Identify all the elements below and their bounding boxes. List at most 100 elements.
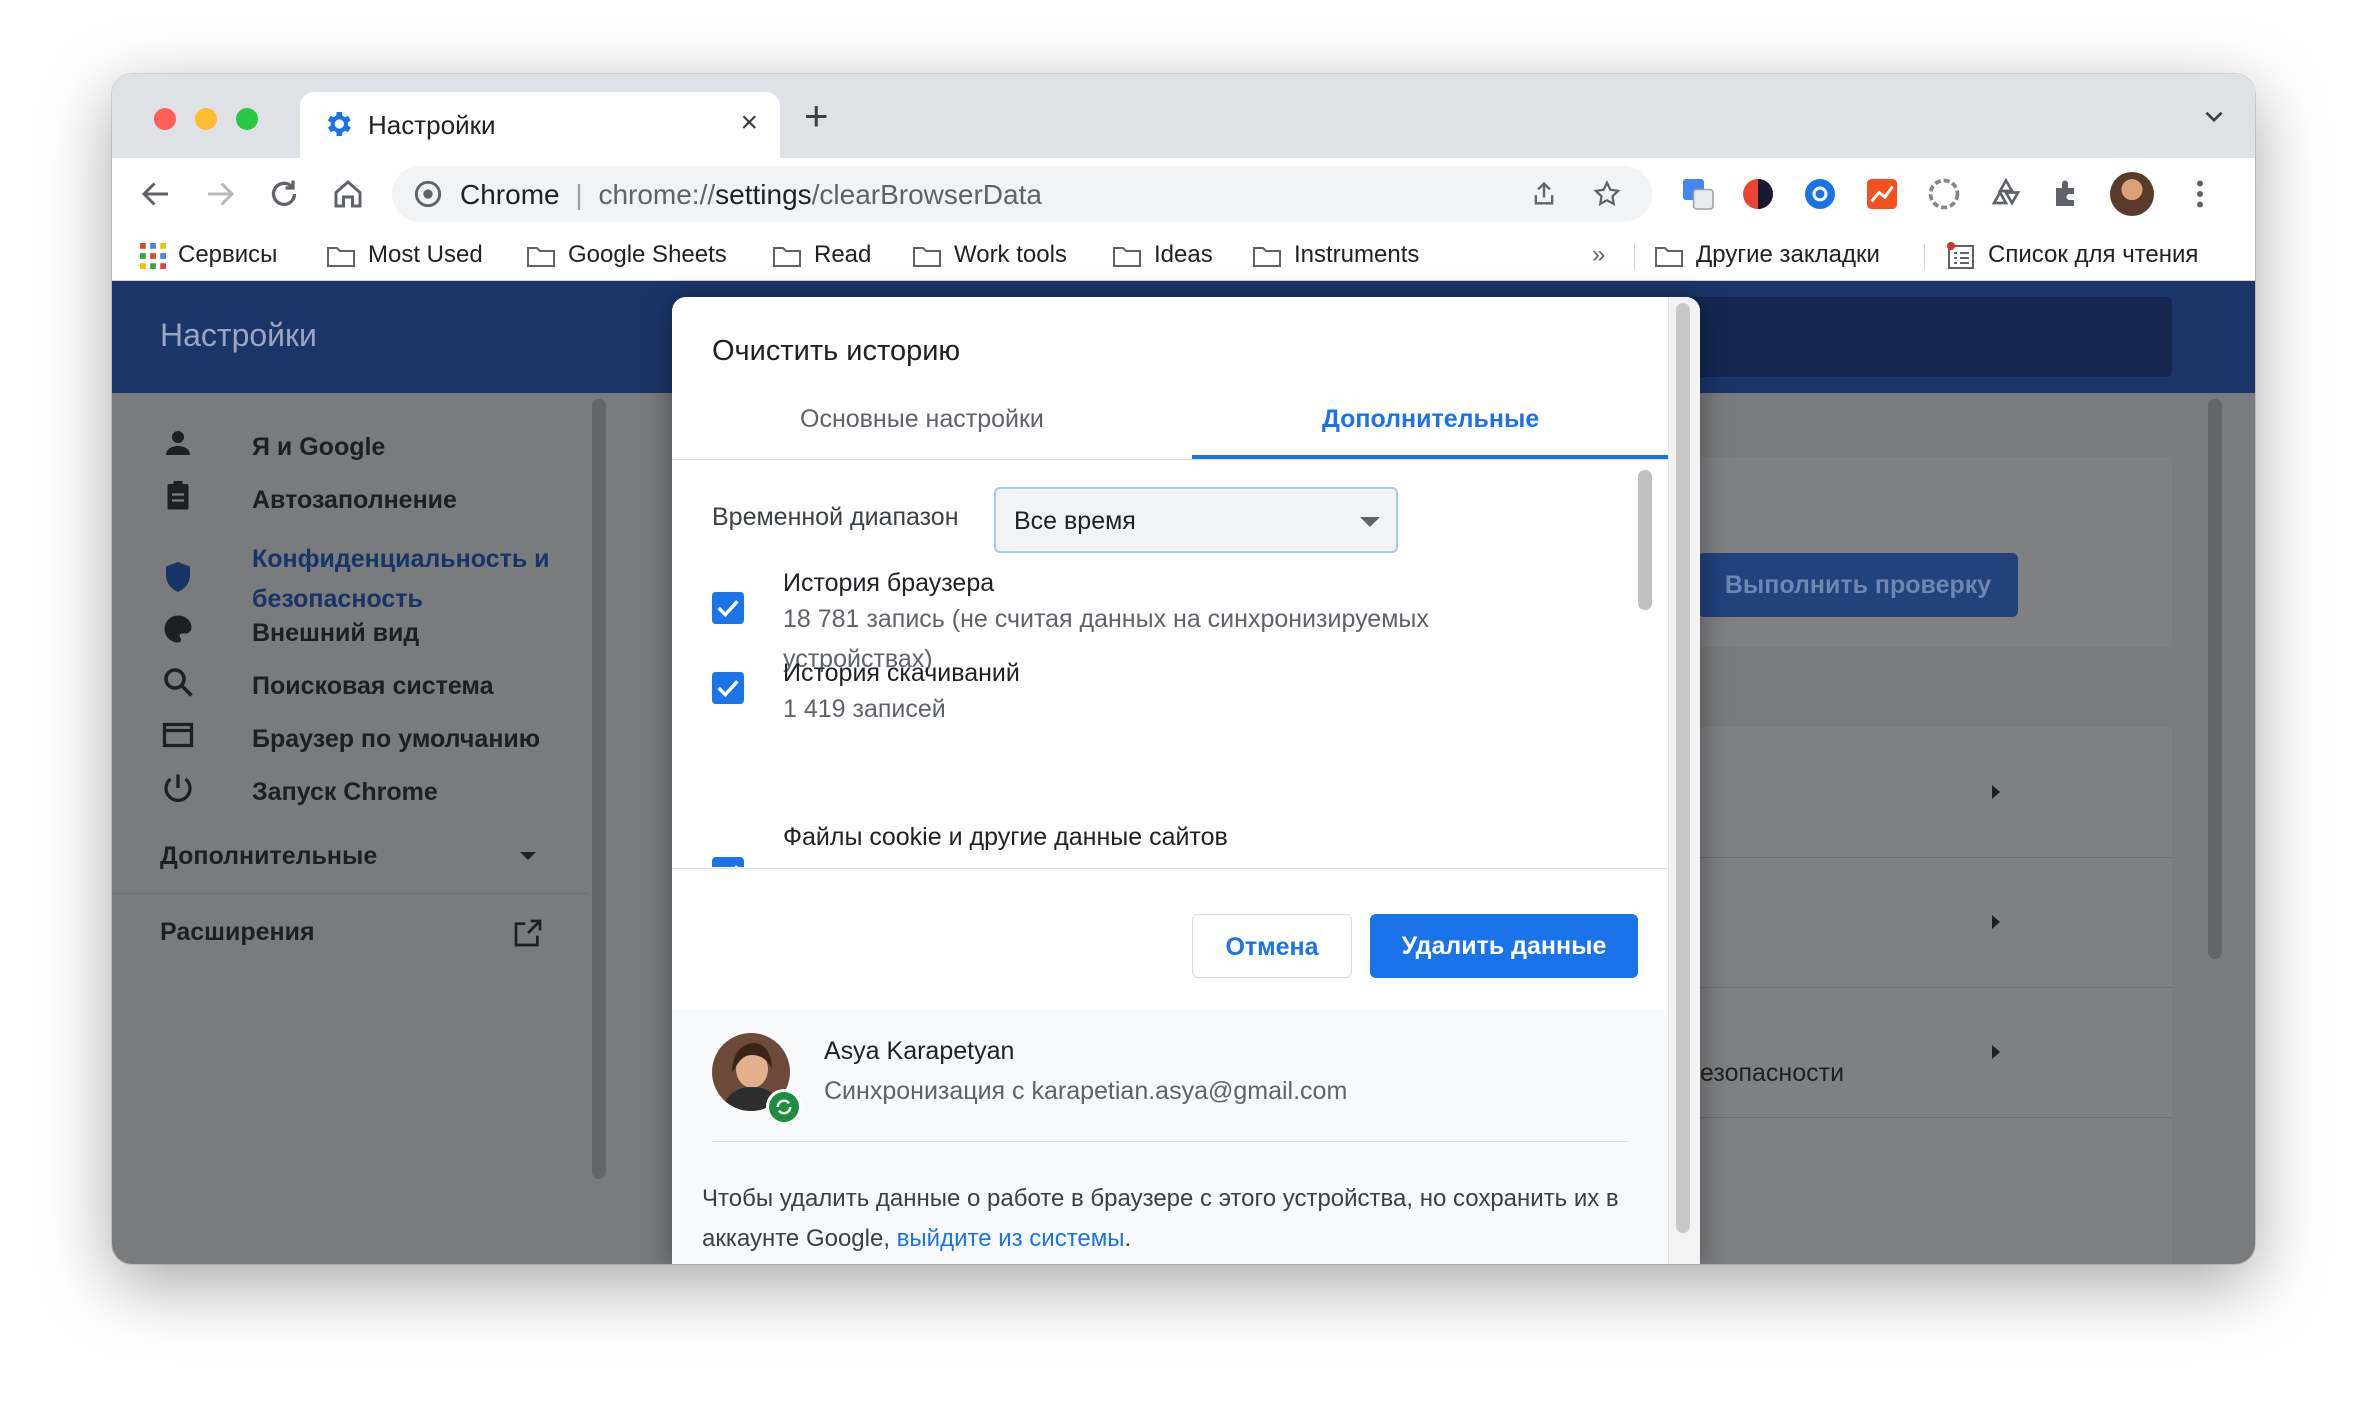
folder-icon [1655,246,1683,267]
chart-extension-icon[interactable] [1864,176,1900,212]
run-safety-check-button[interactable]: Выполнить проверку [1698,553,2018,617]
cookies-title: Файлы cookie и другие данные сайтов [783,823,1228,851]
sidebar-item-autofill[interactable]: Автозаполнение [252,486,457,515]
address-bar[interactable]: Chrome | chrome://settings/clearBrowserD… [392,166,1652,222]
checkmark-icon [717,680,739,698]
sync-icon [766,1089,802,1125]
bookmarks-bar: Сервисы Most Used Google Sheets Read Wor… [112,230,2255,281]
kebab-menu-icon[interactable] [2182,176,2218,212]
footer-divider [712,1141,1628,1142]
forward-arrow-icon[interactable] [202,176,238,212]
bookmarks-overflow-button[interactable]: » [1592,238,1605,272]
chevron-down-icon[interactable] [2201,104,2227,130]
arrow-right-icon[interactable] [1992,1045,2000,1059]
bookmark-label: Work tools [954,241,1067,268]
bookmark-star-icon[interactable] [1592,179,1622,209]
list-scrollbar[interactable] [1638,470,1652,610]
sidebar-divider [112,893,588,894]
time-range-value: Все время [1014,507,1136,535]
browser-window: Настройки × + Chrome | chrome://settings… [112,74,2255,1264]
open-in-new-icon [514,919,542,947]
note-text: Чтобы удалить данные о работе в браузере… [702,1185,1619,1252]
recycle-extension-icon[interactable] [1988,176,2024,212]
url-host: settings [715,179,812,210]
folder-icon [1253,246,1281,267]
share-icon[interactable] [1530,180,1558,208]
tab-advanced[interactable]: Дополнительные [1322,405,1539,434]
back-arrow-icon[interactable] [138,176,174,212]
browsing-history-checkbox[interactable] [712,592,744,624]
sidebar-scrollbar[interactable] [592,399,606,1179]
tab-close-icon[interactable]: × [740,106,758,140]
zoom-window-button[interactable] [236,108,258,130]
bookmarks-separator [1634,244,1635,270]
close-window-button[interactable] [154,108,176,130]
bookmark-folder-read[interactable]: Read [772,238,871,272]
download-history-checkbox[interactable] [712,672,744,704]
tab-settings[interactable]: Настройки × [300,92,780,160]
sidebar-item-privacy[interactable]: Конфиденциальность и безопасность [252,539,572,619]
sync-status: Синхронизация с karapetian.asya@gmail.co… [824,1077,1348,1105]
bookmark-label: Сервисы [178,241,278,268]
arrow-right-icon[interactable] [1992,915,2000,929]
puzzle-extensions-icon[interactable] [2050,176,2086,212]
cookies-checkbox[interactable] [712,857,744,867]
tab-title: Настройки [368,110,496,140]
person-icon [166,431,190,455]
sidebar-advanced-toggle[interactable]: Дополнительные [160,842,377,871]
reading-list-icon [1947,241,1974,269]
user-name: Asya Karapetyan [824,1037,1015,1065]
url-path: /clearBrowserData [811,179,1042,210]
bookmark-folder-instruments[interactable]: Instruments [1252,238,1419,272]
minimize-window-button[interactable] [195,108,217,130]
sidebar-item-on-startup[interactable]: Запуск Chrome [252,778,438,807]
checkmark-icon [717,600,739,618]
reload-icon[interactable] [266,176,302,212]
url-prefix: chrome:// [598,179,716,210]
sidebar-item-appearance[interactable]: Внешний вид [252,619,419,648]
swirl-extension-icon[interactable] [1740,176,1776,212]
reading-list-button[interactable]: Список для чтения [1946,238,2198,272]
home-icon[interactable] [330,176,366,212]
chrome-logo-icon [414,180,442,208]
arrow-right-icon[interactable] [1992,785,2000,799]
translate-extension-icon[interactable] [1680,176,1716,212]
sync-arrows-icon [776,1099,792,1115]
bookmark-folder-most-used[interactable]: Most Used [326,238,483,272]
bookmarks-separator [1924,244,1925,270]
bookmark-folder-ideas[interactable]: Ideas [1112,238,1213,272]
list-divider [672,868,1668,869]
caret-down-icon [520,852,536,860]
bookmark-folder-work-tools[interactable]: Work tools [912,238,1067,272]
bookmark-folder-google-sheets[interactable]: Google Sheets [526,238,727,272]
bookmark-label: Instruments [1294,241,1420,268]
sidebar-item-you-and-google[interactable]: Я и Google [252,433,385,462]
at-extension-icon[interactable] [1802,176,1838,212]
sign-out-link[interactable]: выйдите из системы [897,1225,1125,1252]
apps-grid-icon [140,242,166,269]
folder-icon [327,246,355,267]
time-range-select[interactable]: Все время [994,487,1398,553]
sidebar-item-search-engine[interactable]: Поисковая система [252,672,494,701]
omnibox-chip: Chrome [460,179,560,210]
delete-data-button[interactable]: Удалить данные [1370,914,1638,978]
download-history-title: История скачиваний [783,659,1020,687]
note-end: . [1124,1225,1132,1252]
profile-avatar[interactable] [2110,172,2154,216]
new-tab-button[interactable]: + [804,95,829,137]
folder-icon [913,246,941,267]
bookmark-apps[interactable]: Сервисы [140,238,277,272]
dialog-title: Очистить историю [712,335,961,367]
tab-divider [672,459,1668,460]
security-row-label: безопасности [1686,1059,1845,1087]
cancel-button[interactable]: Отмена [1192,914,1352,978]
bookmark-folder-other[interactable]: Другие закладки [1654,238,1880,272]
tab-basic[interactable]: Основные настройки [800,405,1044,434]
page-scrollbar[interactable] [2208,399,2222,959]
toolbar: Chrome | chrome://settings/clearBrowserD… [112,158,2255,230]
seo-extension-icon[interactable] [1926,176,1962,212]
sidebar-item-default-browser[interactable]: Браузер по умолчанию [252,725,540,754]
dialog-scrollbar[interactable] [1676,303,1690,1233]
clear-browsing-data-dialog: Очистить историю Основные настройки Допо… [672,297,1700,1264]
sidebar-item-extensions[interactable]: Расширения [160,918,315,947]
